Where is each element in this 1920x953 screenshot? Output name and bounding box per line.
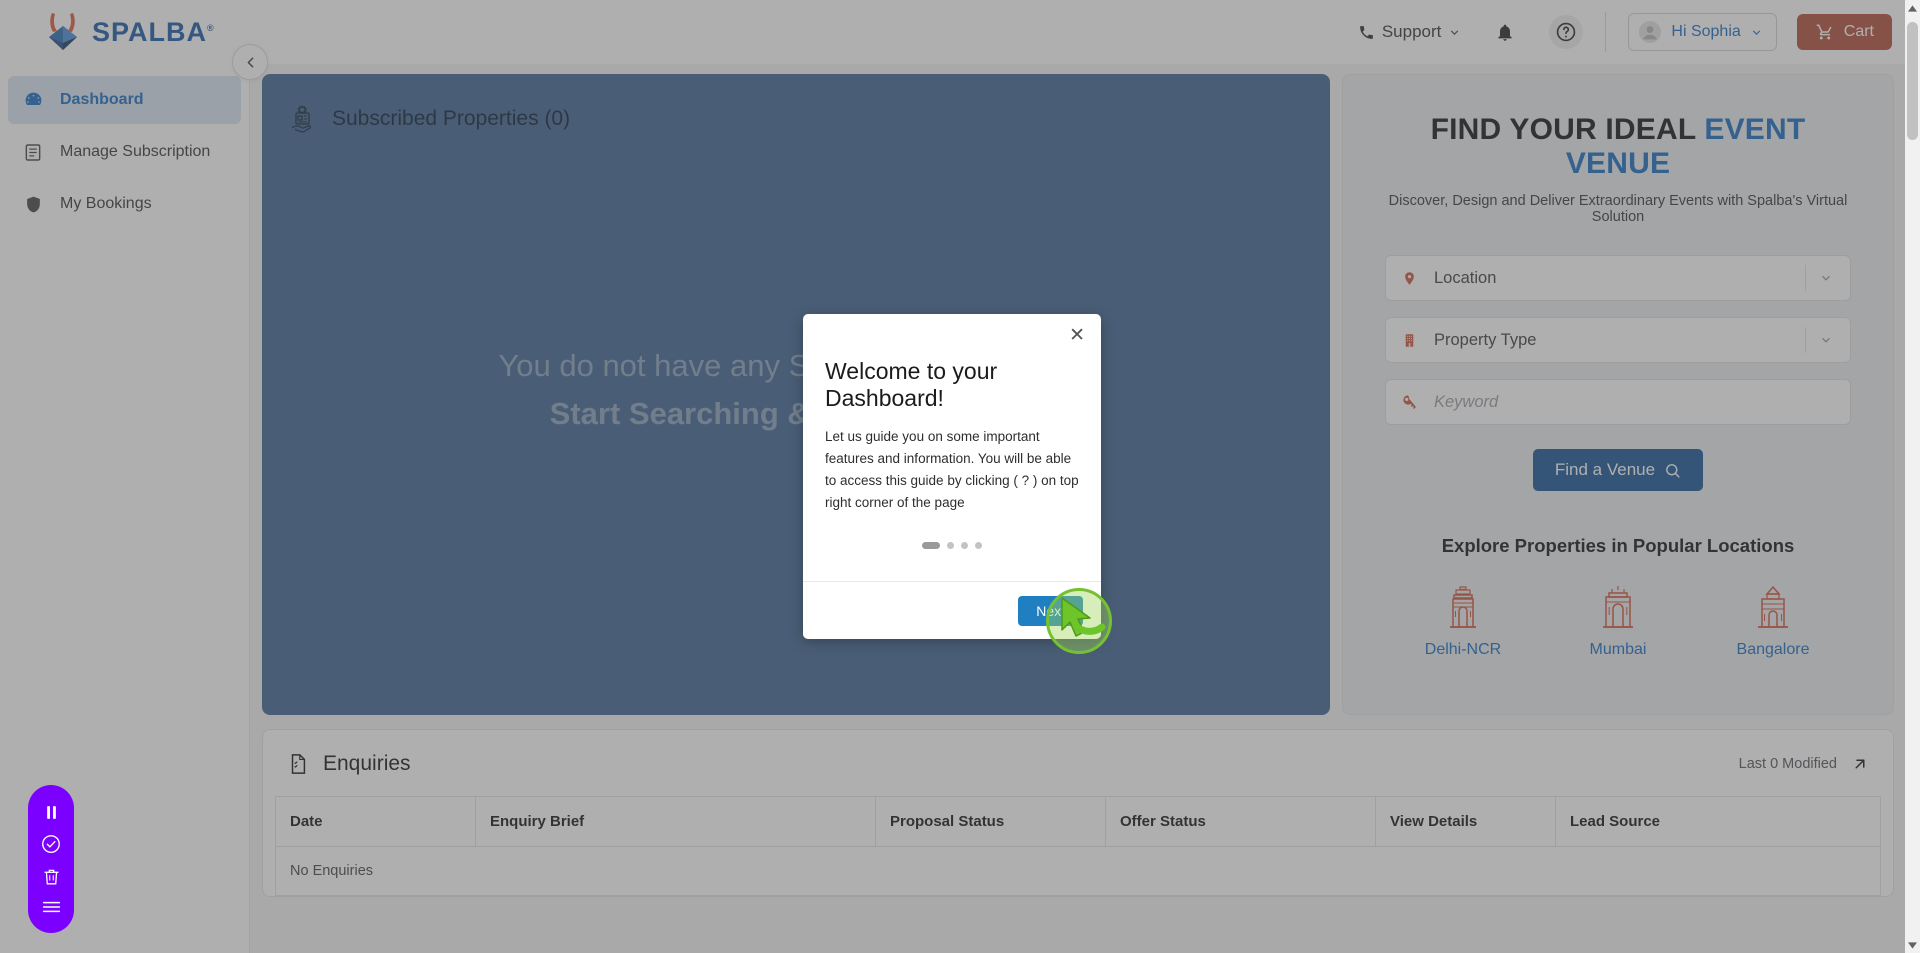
step-dot-3[interactable] bbox=[961, 541, 968, 549]
caret-up-icon bbox=[1908, 4, 1917, 12]
step-dot-4[interactable] bbox=[975, 541, 982, 549]
modal-close-button[interactable]: ✕ bbox=[1069, 326, 1085, 345]
caret-down-icon bbox=[1908, 941, 1917, 949]
menu-button[interactable] bbox=[41, 899, 62, 915]
modal-footer: Next bbox=[803, 581, 1101, 639]
welcome-guide-modal: ✕ Welcome to your Dashboard! Let us guid… bbox=[803, 314, 1101, 639]
modal-step-dots bbox=[825, 541, 1079, 549]
modal-title: Welcome to your Dashboard! bbox=[825, 358, 998, 412]
modal-next-button[interactable]: Next bbox=[1018, 595, 1083, 626]
page-scrollbar[interactable] bbox=[1905, 0, 1920, 953]
trash-icon bbox=[44, 869, 58, 885]
pause-icon bbox=[46, 805, 56, 819]
delete-button[interactable] bbox=[41, 866, 62, 888]
hamburger-menu-icon bbox=[42, 902, 60, 913]
finish-button[interactable] bbox=[40, 833, 62, 855]
scroll-down-arrow[interactable] bbox=[1905, 937, 1920, 953]
step-dot-1[interactable] bbox=[922, 541, 940, 549]
scroll-up-arrow[interactable] bbox=[1905, 0, 1920, 16]
check-circle-icon bbox=[42, 834, 60, 853]
step-dot-2[interactable] bbox=[947, 541, 954, 549]
modal-body: Welcome to your Dashboard! Let us guide … bbox=[803, 314, 1101, 581]
scrollbar-thumb[interactable] bbox=[1907, 22, 1918, 140]
recorder-float-toolbar bbox=[28, 785, 74, 933]
pause-button[interactable] bbox=[42, 803, 61, 822]
page-root: SPALBA® Support Hi Sophia Cart Dashboard… bbox=[0, 0, 1920, 953]
modal-description: Let us guide you on some important featu… bbox=[825, 429, 1079, 510]
